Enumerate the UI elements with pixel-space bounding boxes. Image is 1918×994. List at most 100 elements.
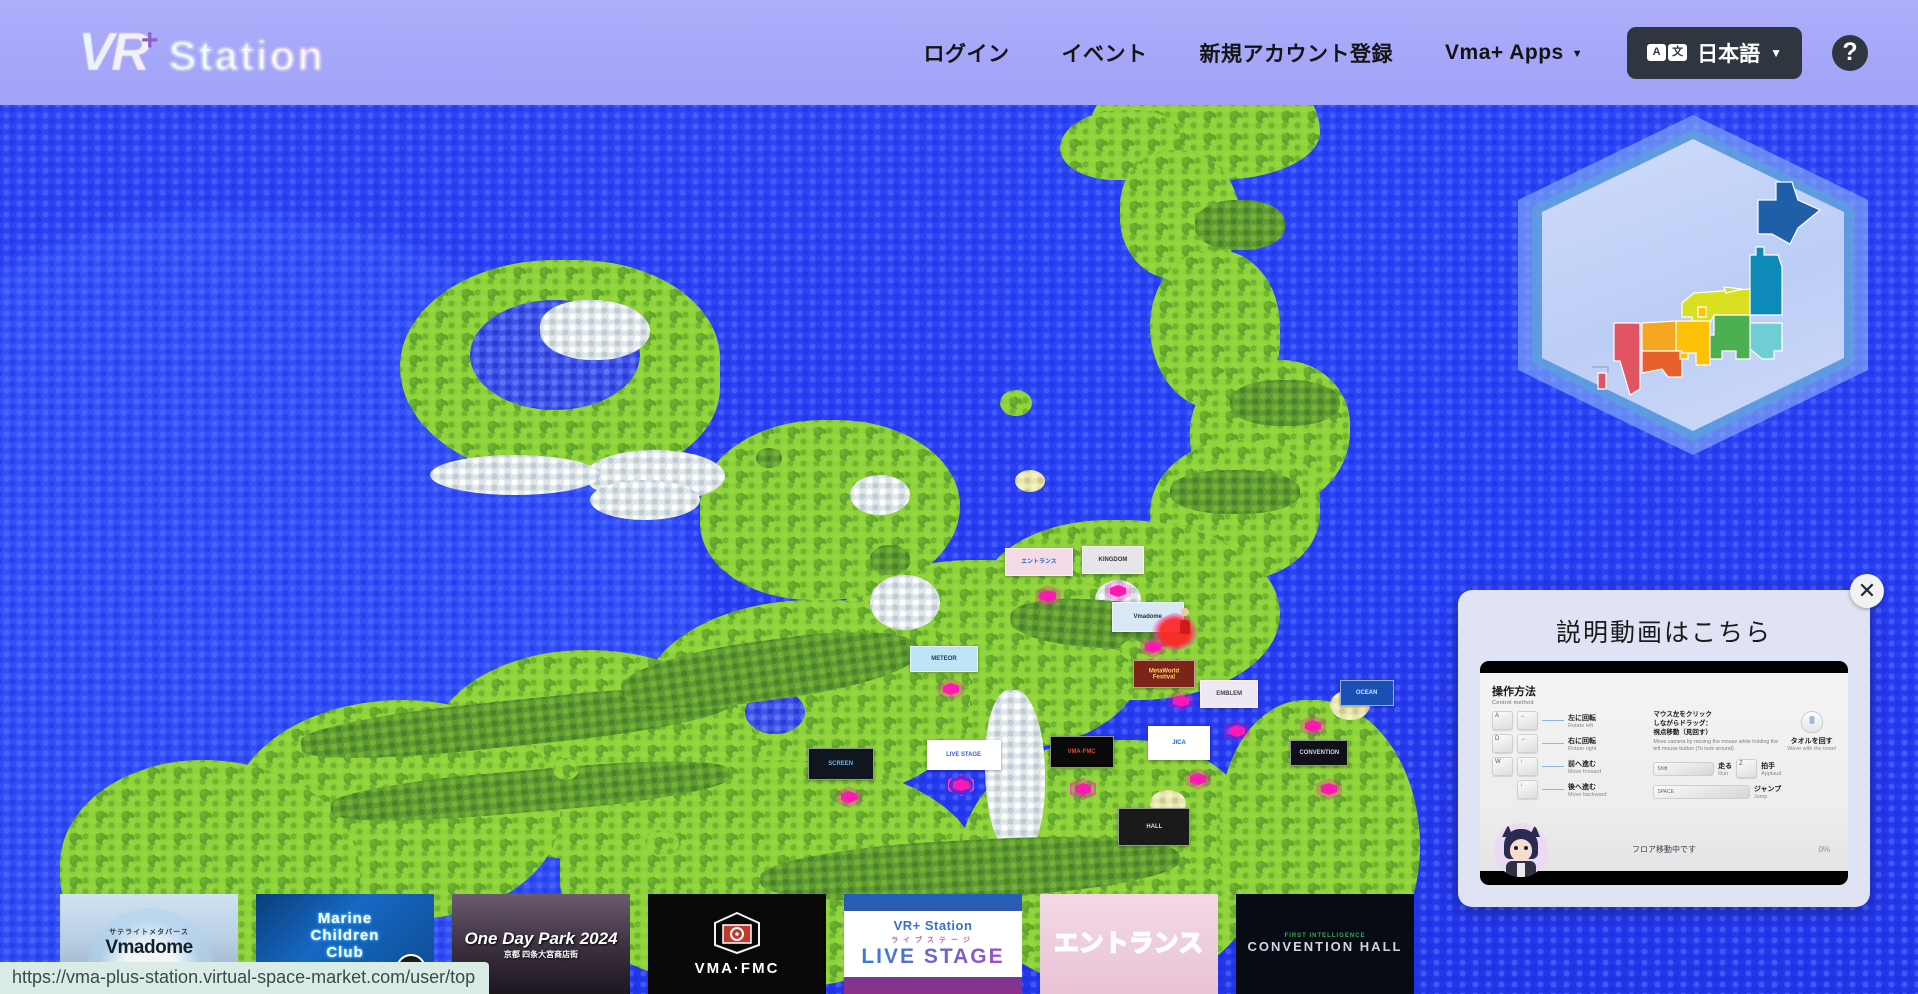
- terrain-snow-nw4: [430, 455, 600, 495]
- translate-icon-latin: A: [1647, 44, 1667, 61]
- control-row-move-forward: W ↑ 前へ進む Move forward: [1492, 757, 1643, 776]
- thumb-convention-hall[interactable]: FIRST INTELLIGENCE CONVENTION HALL: [1236, 894, 1414, 994]
- help-video-player[interactable]: 操作方法 Control method A ← 左に回転 Rotate left: [1480, 661, 1848, 885]
- live-stage-logo: VR+ Station: [893, 918, 973, 934]
- vmadome-gold-badge: [194, 900, 232, 938]
- site-logo[interactable]: VR + Station: [78, 21, 325, 85]
- key-arrow-left: ←: [1517, 711, 1538, 730]
- mouse-icon: [1800, 711, 1823, 733]
- thumb-vma-fmc[interactable]: VMA·FMC: [648, 894, 826, 994]
- terrain-snow-c1: [870, 575, 940, 630]
- live-stage-kana: ライブステージ: [891, 937, 975, 945]
- thumb-entrance[interactable]: エントランス: [1040, 894, 1218, 994]
- terrain-forest-small: [870, 545, 910, 575]
- help-video-panel: ✕ 説明動画はこちら 操作方法 Control method A ← 左に回転 …: [1458, 574, 1884, 907]
- terrain-snow-nw3: [590, 480, 700, 520]
- key-arrow-down: ↓: [1517, 780, 1538, 799]
- label-move-backward: 後へ進む Move backward: [1568, 783, 1607, 798]
- signboard-label: エントランス: [1021, 558, 1057, 565]
- leader-line: [1542, 766, 1564, 767]
- signboard-label: EMBLEM: [1216, 690, 1242, 697]
- mouse-instruction: マウス左をクリック しながらドラッグ： 視点移動（見回す） Move camer…: [1653, 711, 1781, 753]
- mouse-controls-column: マウス左をクリック しながらドラッグ： 視点移動（見回す） Move camer…: [1653, 711, 1836, 803]
- terrain-forest-band-6: [1170, 470, 1300, 514]
- sign-vma-fmc[interactable]: VMA·FMC: [1050, 736, 1114, 768]
- control-diagram: A ← 左に回転 Rotate left D → 右に回転 Rotate rig…: [1492, 711, 1836, 803]
- thumb-caption: FIRST INTELLIGENCE CONVENTION HALL: [1248, 933, 1403, 955]
- browser-status-bar-url: https://vma-plus-station.virtual-space-m…: [0, 962, 490, 994]
- label-run: 走る Run: [1718, 762, 1733, 777]
- avatar-body: [1180, 620, 1190, 634]
- minimap-japan[interactable]: [1518, 115, 1868, 455]
- logo-vr-text: VR: [78, 21, 150, 82]
- signboard-label: MetaWorld Festival: [1148, 667, 1180, 680]
- keyboard-controls-column: A ← 左に回転 Rotate left D → 右に回転 Rotate rig…: [1492, 711, 1643, 803]
- sign-screen[interactable]: SCREEN: [808, 748, 874, 780]
- thumb-live-stage[interactable]: VR+ Station ライブステージ LIVE STAGE: [844, 894, 1022, 994]
- sign-kingdom[interactable]: KINGDOM: [1082, 546, 1144, 574]
- signboard-label: LIVE STAGE: [946, 751, 982, 758]
- terrain-sand-3: [1015, 470, 1045, 492]
- key-space: SPACE: [1653, 785, 1750, 800]
- key-w: W: [1492, 757, 1513, 776]
- sign-entrance[interactable]: エントランス: [1005, 548, 1073, 576]
- key-arrow-up: ↑: [1517, 757, 1538, 776]
- signboard-label: Vmadome: [1133, 613, 1163, 620]
- nav-register[interactable]: 新規アカウント登録: [1174, 38, 1420, 68]
- key-arrow-right: →: [1517, 734, 1538, 753]
- key-a: A: [1492, 711, 1513, 730]
- islet-4: [645, 830, 679, 856]
- thumb-caption: サテライトメタバース Vmadome: [105, 929, 193, 959]
- signboard-label: HALL: [1146, 823, 1162, 830]
- avatar-face: [1510, 839, 1532, 861]
- close-icon[interactable]: ✕: [1850, 574, 1884, 608]
- label-applaud: 拍手 Applaud: [1761, 762, 1782, 777]
- map-marker-live-stage[interactable]: [948, 774, 974, 796]
- leader-line: [1542, 720, 1564, 721]
- label-rotate-left: 左に回転 Rotate left: [1568, 714, 1596, 729]
- video-progress-percent: 0%: [1818, 845, 1830, 854]
- thumb-odp-sub: 京都 四条大宮商店街: [503, 950, 579, 960]
- nav-apps-dropdown[interactable]: Vma+ Apps: [1419, 41, 1609, 65]
- control-method-title: 操作方法: [1492, 686, 1536, 698]
- avatar-eye-right: [1524, 846, 1528, 850]
- sign-festival[interactable]: MetaWorld Festival: [1133, 660, 1195, 688]
- signboard-label: JICA: [1172, 739, 1186, 746]
- sign-live-stage[interactable]: LIVE STAGE: [927, 740, 1001, 770]
- key-z: Z: [1736, 759, 1758, 779]
- signboard-label: VMA·FMC: [1067, 748, 1097, 755]
- language-selector-button[interactable]: A 文 日本語 ▼: [1627, 26, 1802, 79]
- sign-emblem[interactable]: EMBLEM: [1200, 680, 1258, 708]
- mouse-instruction-jp: マウス左をクリック しながらドラッグ： 視点移動（見回す）: [1653, 711, 1712, 736]
- sign-ocean[interactable]: OCEAN: [1340, 680, 1394, 706]
- minimap-japan-map-icon: [1592, 181, 1822, 396]
- thumb-hall-title: CONVENTION HALL: [1247, 938, 1403, 954]
- signboard-label: CONVENTION: [1299, 749, 1339, 756]
- site-header: VR + Station ログイン イベント 新規アカウント登録 Vma+ Ap…: [0, 0, 1918, 105]
- sign-convention[interactable]: CONVENTION: [1290, 740, 1348, 766]
- terrain-forest-band-8: [1195, 200, 1285, 250]
- sign-meteor[interactable]: METEOR: [910, 646, 978, 672]
- nav-login[interactable]: ログイン: [898, 38, 1036, 68]
- thumb-entrance-title: エントランス: [1053, 929, 1204, 958]
- terrain-forest-band-7: [1230, 380, 1340, 426]
- translate-icon: A 文: [1647, 44, 1688, 61]
- label-jump: ジャンプ Jump: [1753, 786, 1782, 801]
- signboard-label: SCREEN: [828, 760, 854, 767]
- avatar-thumbnail: [1494, 823, 1548, 877]
- sign-jica[interactable]: JICA: [1148, 726, 1210, 760]
- signboard-label: KINGDOM: [1098, 556, 1128, 563]
- thumb-odp-title: One Day Park 2024: [464, 928, 618, 948]
- terrain-snow-nw: [540, 300, 650, 360]
- control-row-rotate-left: A ← 左に回転 Rotate left: [1492, 711, 1643, 730]
- thumb-fmc-title: VMA·FMC: [694, 960, 780, 978]
- avatar-torso: [1506, 861, 1536, 877]
- video-status-text: フロア移動中です: [1632, 845, 1696, 854]
- help-panel-title: 説明動画はこちら: [1555, 619, 1772, 647]
- help-question-icon[interactable]: ?: [1832, 34, 1868, 71]
- logo-station-text: Station: [168, 31, 325, 79]
- nav-event[interactable]: イベント: [1036, 38, 1174, 68]
- player-avatar-pin[interactable]: [1178, 608, 1192, 634]
- sign-dark-hall[interactable]: HALL: [1118, 808, 1190, 846]
- label-wave-towel: タオルを回す Wave with the towel: [1787, 738, 1836, 752]
